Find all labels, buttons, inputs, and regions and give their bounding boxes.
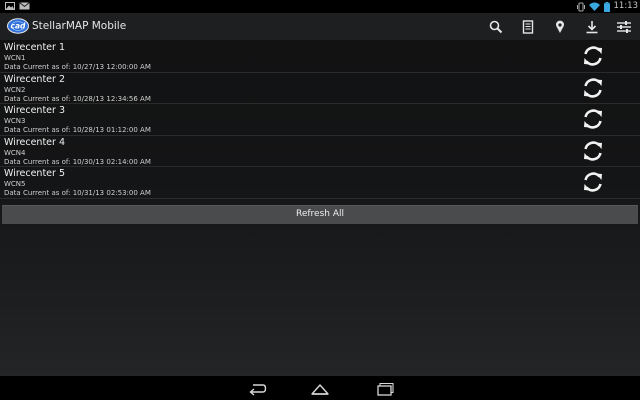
refresh-icon[interactable] — [581, 107, 605, 131]
list-item[interactable]: Wirecenter 3 WCN3 Data Current as of: 10… — [0, 104, 640, 136]
screen: 11:13 cad StellarMAP Mobile Wirecenter 1… — [0, 0, 640, 400]
wifi-icon — [588, 2, 600, 11]
recent-apps-icon[interactable] — [375, 381, 395, 396]
wirecenter-code: WCN3 — [4, 117, 26, 125]
wirecenter-code: WCN2 — [4, 85, 26, 94]
wirecenter-date: Data Current as of: 10/28/13 12:34:56 AM — [4, 94, 151, 103]
list-item[interactable]: Wirecenter 1 WCN1 Data Current as of: 10… — [0, 41, 640, 73]
mail-notification-icon — [19, 2, 30, 10]
action-bar: cad StellarMAP Mobile — [0, 13, 640, 41]
refresh-icon[interactable] — [581, 139, 605, 163]
location-pin-icon[interactable] — [552, 19, 568, 35]
wirecenter-date: Data Current as of: 10/31/13 02:53:00 AM — [4, 189, 151, 197]
search-icon[interactable] — [488, 19, 504, 35]
home-icon[interactable] — [310, 381, 330, 395]
nav-bar — [0, 376, 640, 400]
wirecenter-code: WCN5 — [4, 180, 26, 188]
refresh-icon[interactable] — [581, 170, 605, 194]
refresh-all-button[interactable]: Refresh All — [2, 205, 638, 224]
list-item[interactable]: Wirecenter 5 WCN5 Data Current as of: 10… — [0, 167, 640, 199]
vibrate-icon — [576, 2, 585, 12]
wirecenter-name: Wirecenter 4 — [4, 136, 65, 148]
settings-sliders-icon[interactable] — [616, 19, 632, 35]
app-logo-icon[interactable]: cad — [7, 18, 29, 38]
status-bar: 11:13 — [0, 0, 640, 13]
status-time: 11:13 — [613, 1, 639, 11]
wirecenter-date: Data Current as of: 10/27/13 12:00:00 AM — [4, 63, 151, 71]
app-title: StellarMAP Mobile — [32, 20, 127, 32]
list-item[interactable]: Wirecenter 4 WCN4 Data Current as of: 10… — [0, 136, 640, 167]
back-icon[interactable] — [247, 381, 267, 396]
wirecenter-name: Wirecenter 3 — [4, 105, 65, 116]
wirecenter-code: WCN1 — [4, 54, 26, 62]
wirecenter-code: WCN4 — [4, 148, 26, 157]
battery-icon — [603, 1, 610, 12]
wirecenter-name: Wirecenter 2 — [4, 73, 65, 85]
photo-notification-icon — [5, 2, 15, 10]
wirecenter-name: Wirecenter 1 — [4, 42, 65, 53]
svg-text:cad: cad — [11, 22, 27, 31]
document-icon[interactable] — [520, 19, 536, 35]
refresh-icon[interactable] — [581, 44, 605, 68]
wirecenter-list: Wirecenter 1 WCN1 Data Current as of: 10… — [0, 41, 640, 199]
list-item[interactable]: Wirecenter 2 WCN2 Data Current as of: 10… — [0, 73, 640, 104]
refresh-icon[interactable] — [581, 76, 605, 100]
wirecenter-name: Wirecenter 5 — [4, 168, 65, 179]
wirecenter-date: Data Current as of: 10/30/13 02:14:00 AM — [4, 157, 151, 166]
wirecenter-date: Data Current as of: 10/28/13 01:12:00 AM — [4, 126, 151, 134]
download-icon[interactable] — [584, 19, 600, 35]
